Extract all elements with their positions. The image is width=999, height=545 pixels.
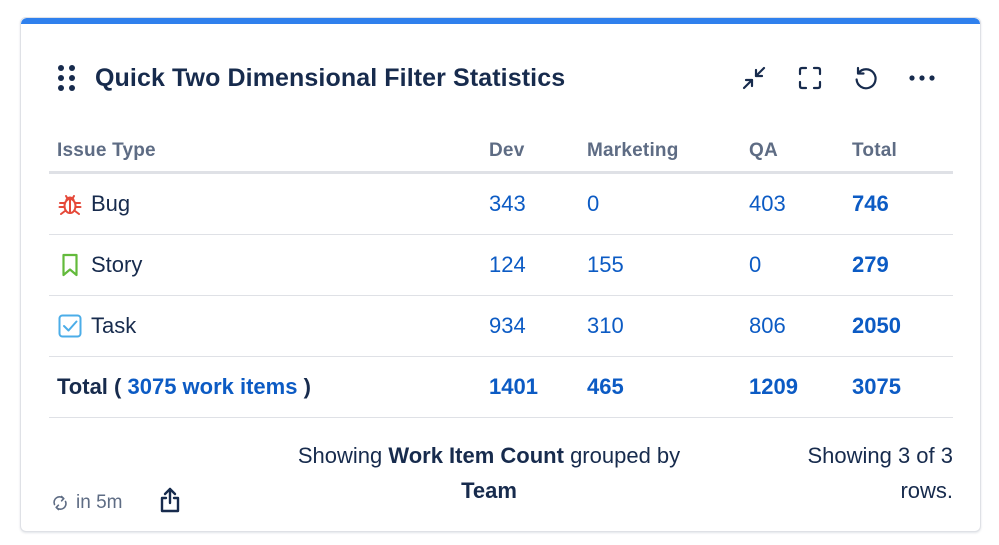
table-row: Bug 343 0 403 746	[49, 174, 953, 235]
gadget-card: Quick Two Dimensional Filter Statistics	[20, 17, 981, 532]
table-row: Story 124 155 0 279	[49, 235, 953, 296]
more-icon	[909, 75, 935, 81]
summary-group: Team	[461, 478, 517, 503]
summary-statistic: Work Item Count	[388, 443, 564, 468]
cell-bug-qa[interactable]: 403	[749, 191, 786, 216]
cell-bug-total[interactable]: 746	[852, 191, 889, 216]
minimize-icon	[742, 66, 766, 90]
refresh-button[interactable]	[850, 62, 882, 94]
rows-count-text: Showing 3 of 3 rows.	[807, 443, 953, 503]
total-label: Total ( 3075 work items )	[57, 374, 311, 399]
task-icon	[57, 313, 83, 339]
bug-icon	[57, 191, 83, 217]
cell-total-dev[interactable]: 1401	[489, 374, 538, 399]
issue-type-label: Task	[91, 313, 137, 338]
column-header-marketing: Marketing	[587, 139, 679, 161]
drag-handle-icon[interactable]	[57, 64, 77, 92]
minimize-button[interactable]	[738, 62, 770, 94]
cell-total-qa[interactable]: 1209	[749, 374, 798, 399]
refresh-countdown: in 5m	[76, 492, 123, 513]
cell-story-total[interactable]: 279	[852, 252, 889, 277]
total-label-cell: Total ( 3075 work items )	[49, 374, 489, 400]
gadget-header: Quick Two Dimensional Filter Statistics	[57, 60, 944, 96]
table-row: Task 934 310 806 2050	[49, 296, 953, 357]
cell-total-total[interactable]: 3075	[852, 374, 901, 399]
share-button[interactable]	[155, 484, 185, 516]
issue-type-label: Bug	[91, 191, 131, 216]
cell-bug-dev[interactable]: 343	[489, 191, 526, 216]
cell-task-total[interactable]: 2050	[852, 313, 901, 338]
fullscreen-button[interactable]	[794, 62, 826, 94]
cell-bug-marketing[interactable]: 0	[587, 191, 599, 216]
cell-story-marketing[interactable]: 155	[587, 252, 624, 277]
gadget-actions	[738, 62, 938, 94]
cell-story-qa[interactable]: 0	[749, 252, 761, 277]
refresh-icon	[855, 66, 877, 90]
column-header-qa: QA	[749, 139, 778, 161]
cell-story-dev[interactable]: 124	[489, 252, 526, 277]
sync-icon	[53, 495, 67, 511]
summary-text: Showing Work Item Count grouped by Team	[297, 443, 681, 503]
issue-type-label: Story	[91, 252, 143, 277]
stats-table: Issue Type Dev Marketing QA Total Bug 34…	[49, 130, 953, 418]
table-header-row: Issue Type Dev Marketing QA Total	[49, 130, 953, 174]
column-header-total: Total	[852, 139, 897, 161]
issue-type-cell: Bug	[49, 191, 489, 217]
share-icon	[160, 487, 180, 513]
gadget-accent-bar	[21, 18, 980, 24]
cell-task-qa[interactable]: 806	[749, 313, 786, 338]
issue-type-cell: Story	[49, 252, 489, 278]
column-header-dev: Dev	[489, 139, 525, 161]
gadget-footer: in 5m Showing Work Item Count grouped by…	[49, 438, 953, 518]
gadget-title: Quick Two Dimensional Filter Statistics	[95, 63, 566, 92]
column-header-issue-type: Issue Type	[57, 139, 156, 161]
fullscreen-icon	[798, 66, 822, 90]
story-icon	[57, 252, 83, 278]
cell-task-marketing[interactable]: 310	[587, 313, 624, 338]
table-total-row: Total ( 3075 work items ) 1401 465 1209 …	[49, 357, 953, 418]
cell-total-marketing[interactable]: 465	[587, 374, 624, 399]
issue-type-cell: Task	[49, 313, 489, 339]
work-items-link[interactable]: 3075 work items	[127, 374, 297, 399]
auto-refresh-indicator: in 5m	[51, 492, 122, 514]
cell-task-dev[interactable]: 934	[489, 313, 526, 338]
more-button[interactable]	[906, 62, 938, 94]
